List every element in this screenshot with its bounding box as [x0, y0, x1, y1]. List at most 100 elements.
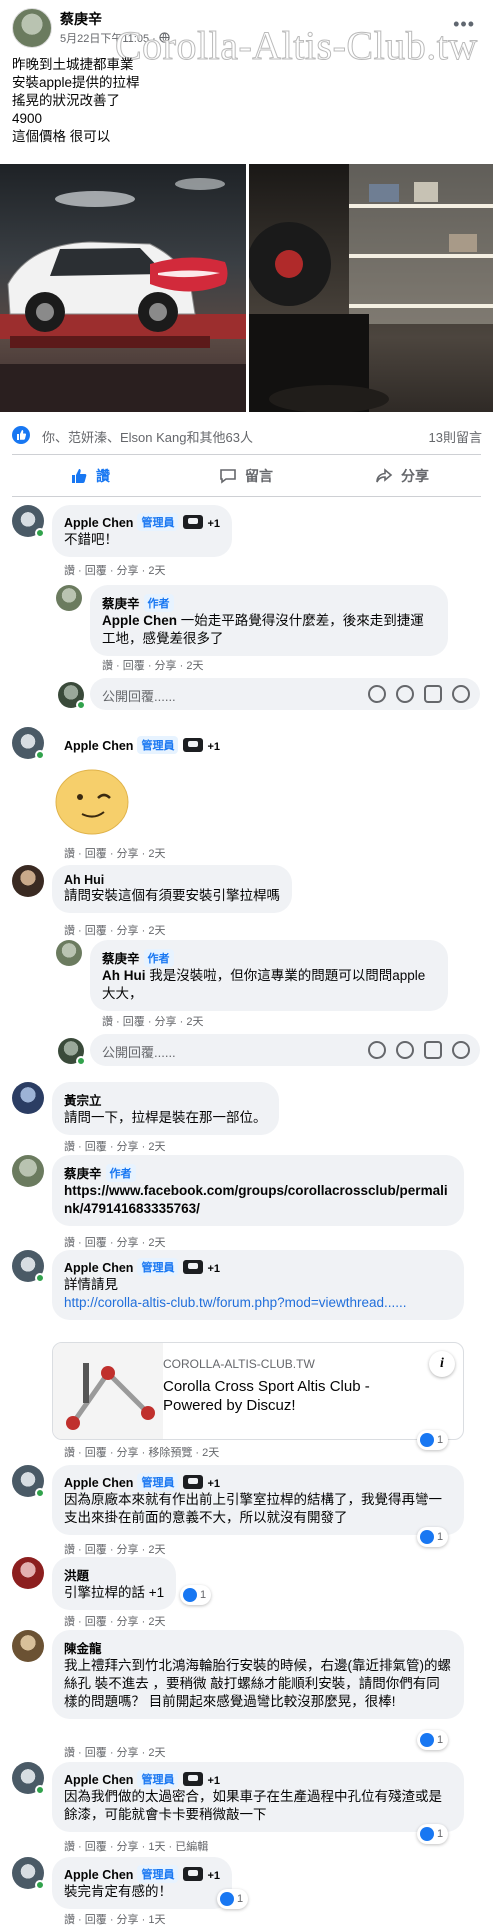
emoji-icon[interactable]: [368, 1041, 386, 1059]
top-fan-icon: [183, 1772, 204, 1786]
replier-name[interactable]: 蔡庚辛: [102, 952, 140, 966]
comment-reaction-count[interactable]: 1: [417, 1430, 449, 1450]
comment-actions[interactable]: 讚 · 回覆 · 分享 · 2天: [64, 1541, 165, 1557]
comment-actions[interactable]: 讚 · 回覆 · 分享 · 2天: [64, 1613, 165, 1629]
comment-text: 我上禮拜六到竹北鴻海輪胎行安裝的時候，右邊(靠近排氣管)的螺絲孔 裝不進去 ，要…: [64, 1658, 451, 1709]
comment-reaction-count[interactable]: 1: [417, 1730, 449, 1750]
comment-bubble: Apple Chen 管理員 +1 裝完肯定有感的！: [52, 1857, 232, 1909]
reply-actions[interactable]: 讚 · 回覆 · 分享 · 2天: [102, 1013, 203, 1029]
camera-icon[interactable]: [396, 1041, 414, 1059]
comment-reaction-count[interactable]: 1: [417, 1824, 449, 1844]
commenter-avatar[interactable]: [12, 865, 44, 897]
more-options-icon[interactable]: •••: [453, 14, 475, 35]
commenter-name[interactable]: Apple Chen: [64, 739, 133, 753]
reply-input[interactable]: 公開回覆......: [90, 678, 480, 710]
comment-bubble: Apple Chen 管理員 +1 因為我們做的太過密合，如果車子在生產過程中孔位有…: [52, 1762, 464, 1832]
commenter-name-row: Apple Chen 管理員 +1: [64, 1770, 452, 1788]
commenter-name[interactable]: 黃宗立: [64, 1090, 267, 1109]
divider: [12, 454, 481, 455]
comment-reaction-count[interactable]: 1: [180, 1585, 212, 1605]
reaction-summary[interactable]: 你、范妍溱、Elson Kang和其他63人 13則留言: [12, 425, 482, 445]
link-domain: COROLLA-ALTIS-CLUB.TW: [163, 1357, 315, 1371]
thumbs-up-icon: [72, 469, 87, 483]
comment-item: Apple Chen 管理員 +1 因為我們做的太過密合，如果車子在生產過程中孔位有…: [12, 1762, 482, 1853]
commenter-name[interactable]: 洪題: [64, 1565, 164, 1584]
author-name[interactable]: 蔡庚辛: [60, 9, 102, 29]
car-on-lift-image: [0, 178, 246, 412]
sticker-icon[interactable]: [452, 685, 470, 703]
commenter-name[interactable]: 陳金龍: [64, 1638, 452, 1657]
comment-count[interactable]: 13則留言: [429, 427, 482, 446]
commenter-avatar[interactable]: [12, 1155, 44, 1187]
gif-icon[interactable]: [424, 1041, 442, 1059]
comment-actions[interactable]: 讚 · 回覆 · 分享 · 2天: [64, 1234, 165, 1250]
online-indicator: [35, 1488, 45, 1498]
mention-link[interactable]: Apple Chen: [102, 613, 177, 628]
shop-interior-photo[interactable]: [249, 164, 493, 412]
forum-link[interactable]: http://corolla-altis-club.tw/forum.php?m…: [64, 1294, 452, 1312]
comment-link[interactable]: https://www.facebook.com/groups/corollac…: [64, 1182, 452, 1218]
comment-actions[interactable]: 讚 · 回覆 · 分享 · 1天: [64, 1911, 165, 1926]
comment-text: 引擎拉桿的話 +1: [64, 1585, 165, 1600]
car-photo[interactable]: [0, 164, 246, 412]
commenter-avatar[interactable]: [12, 1557, 44, 1589]
comment-text: 請問一下，拉桿是裝在那一部位。: [64, 1110, 267, 1125]
emoji-icon[interactable]: [368, 685, 386, 703]
commenter-name[interactable]: Apple Chen: [64, 1476, 133, 1490]
commenter-name[interactable]: Apple Chen: [64, 516, 133, 530]
comment-item: Apple Chen 管理員 +1 讚 · 回覆 · 分享 · 2天: [12, 727, 482, 862]
comment-actions[interactable]: 讚 · 回覆 · 分享 · 2天: [64, 1744, 165, 1760]
commenter-name-row: Apple Chen 管理員 +1: [64, 736, 220, 754]
commenter-name[interactable]: 蔡庚辛: [64, 1167, 102, 1181]
commenter-name-row: Apple Chen 管理員 +1: [64, 513, 220, 531]
admin-badge: 管理員: [137, 1258, 179, 1276]
commenter-avatar[interactable]: [12, 1082, 44, 1114]
comment-button[interactable]: 留言: [168, 459, 324, 493]
reply-placeholder: 公開回覆......: [102, 1045, 176, 1060]
like-reaction-icon: [183, 1588, 197, 1602]
like-reaction-icon: [420, 1733, 434, 1747]
comment-reaction-count[interactable]: 1: [217, 1889, 249, 1909]
gif-icon[interactable]: [424, 685, 442, 703]
comment-actions[interactable]: 讚 · 回覆 · 分享 · 2天: [64, 922, 165, 938]
commenter-name[interactable]: Apple Chen: [64, 1868, 133, 1882]
author-avatar[interactable]: [12, 8, 52, 48]
comment-actions[interactable]: 讚 · 回覆 · 分享 · 2天: [64, 562, 165, 578]
reply-text: Ah Hui 我是沒裝啦，但你這專業的問題可以問問apple大大，: [102, 967, 436, 1003]
comment-actions[interactable]: 讚 · 回覆 · 分享 · 移除預覽 · 2天: [64, 1444, 219, 1460]
reply-item: 蔡庚辛 作者 Apple Chen 一始走平路覺得沒什麼差，後來走到捷運工地，感覺…: [56, 585, 482, 672]
commenter-name-row: Apple Chen 管理員 +1: [64, 1865, 220, 1883]
commenter-avatar[interactable]: [12, 1630, 44, 1662]
reply-input[interactable]: 公開回覆......: [90, 1034, 480, 1066]
replier-name[interactable]: 蔡庚辛: [102, 597, 140, 611]
post-photos: [0, 164, 493, 412]
comment-actions[interactable]: 讚 · 回覆 · 分享 · 2天: [64, 1138, 165, 1154]
comment-item: 洪題 引擎拉桿的話 +1 1 讚 · 回覆 · 分享 · 2天: [12, 1557, 482, 1628]
comment-actions[interactable]: 讚 · 回覆 · 分享 · 1天 · 已編輯: [64, 1838, 208, 1854]
link-preview-card[interactable]: COROLLA-ALTIS-CLUB.TW Corolla Cross Spor…: [52, 1342, 464, 1440]
camera-icon[interactable]: [396, 685, 414, 703]
reaction-count: 1: [437, 1828, 444, 1840]
commenter-name[interactable]: Apple Chen: [64, 1773, 133, 1787]
info-icon[interactable]: i: [429, 1351, 455, 1377]
comment-actions[interactable]: 讚 · 回覆 · 分享 · 2天: [64, 845, 165, 861]
commenter-name-row: Apple Chen 管理員 +1: [64, 1473, 452, 1491]
post-line: 昨晚到土城捷都車業: [12, 57, 134, 72]
reply-body: 我是沒裝啦，但你這專業的問題可以問問apple大大，: [102, 968, 426, 1001]
replier-avatar[interactable]: [56, 940, 82, 966]
mention-link[interactable]: Ah Hui: [102, 968, 146, 983]
reply-tools: [368, 1041, 470, 1059]
comment-reaction-count[interactable]: 1: [417, 1527, 449, 1547]
reply-actions[interactable]: 讚 · 回覆 · 分享 · 2天: [102, 657, 203, 673]
commenter-name[interactable]: Apple Chen: [64, 1261, 133, 1275]
reaction-names[interactable]: 你、范妍溱、Elson Kang和其他63人: [42, 427, 253, 446]
share-label: 分享: [401, 468, 429, 484]
sticker-icon[interactable]: [452, 1041, 470, 1059]
like-button[interactable]: 讚: [12, 459, 168, 493]
share-button[interactable]: 分享: [324, 459, 480, 493]
plus-one-label: +1: [207, 1775, 220, 1787]
post-line: 4900: [12, 111, 43, 126]
commenter-name[interactable]: Ah Hui: [64, 873, 280, 887]
replier-avatar[interactable]: [56, 585, 82, 611]
author-badge: 作者: [143, 594, 174, 612]
